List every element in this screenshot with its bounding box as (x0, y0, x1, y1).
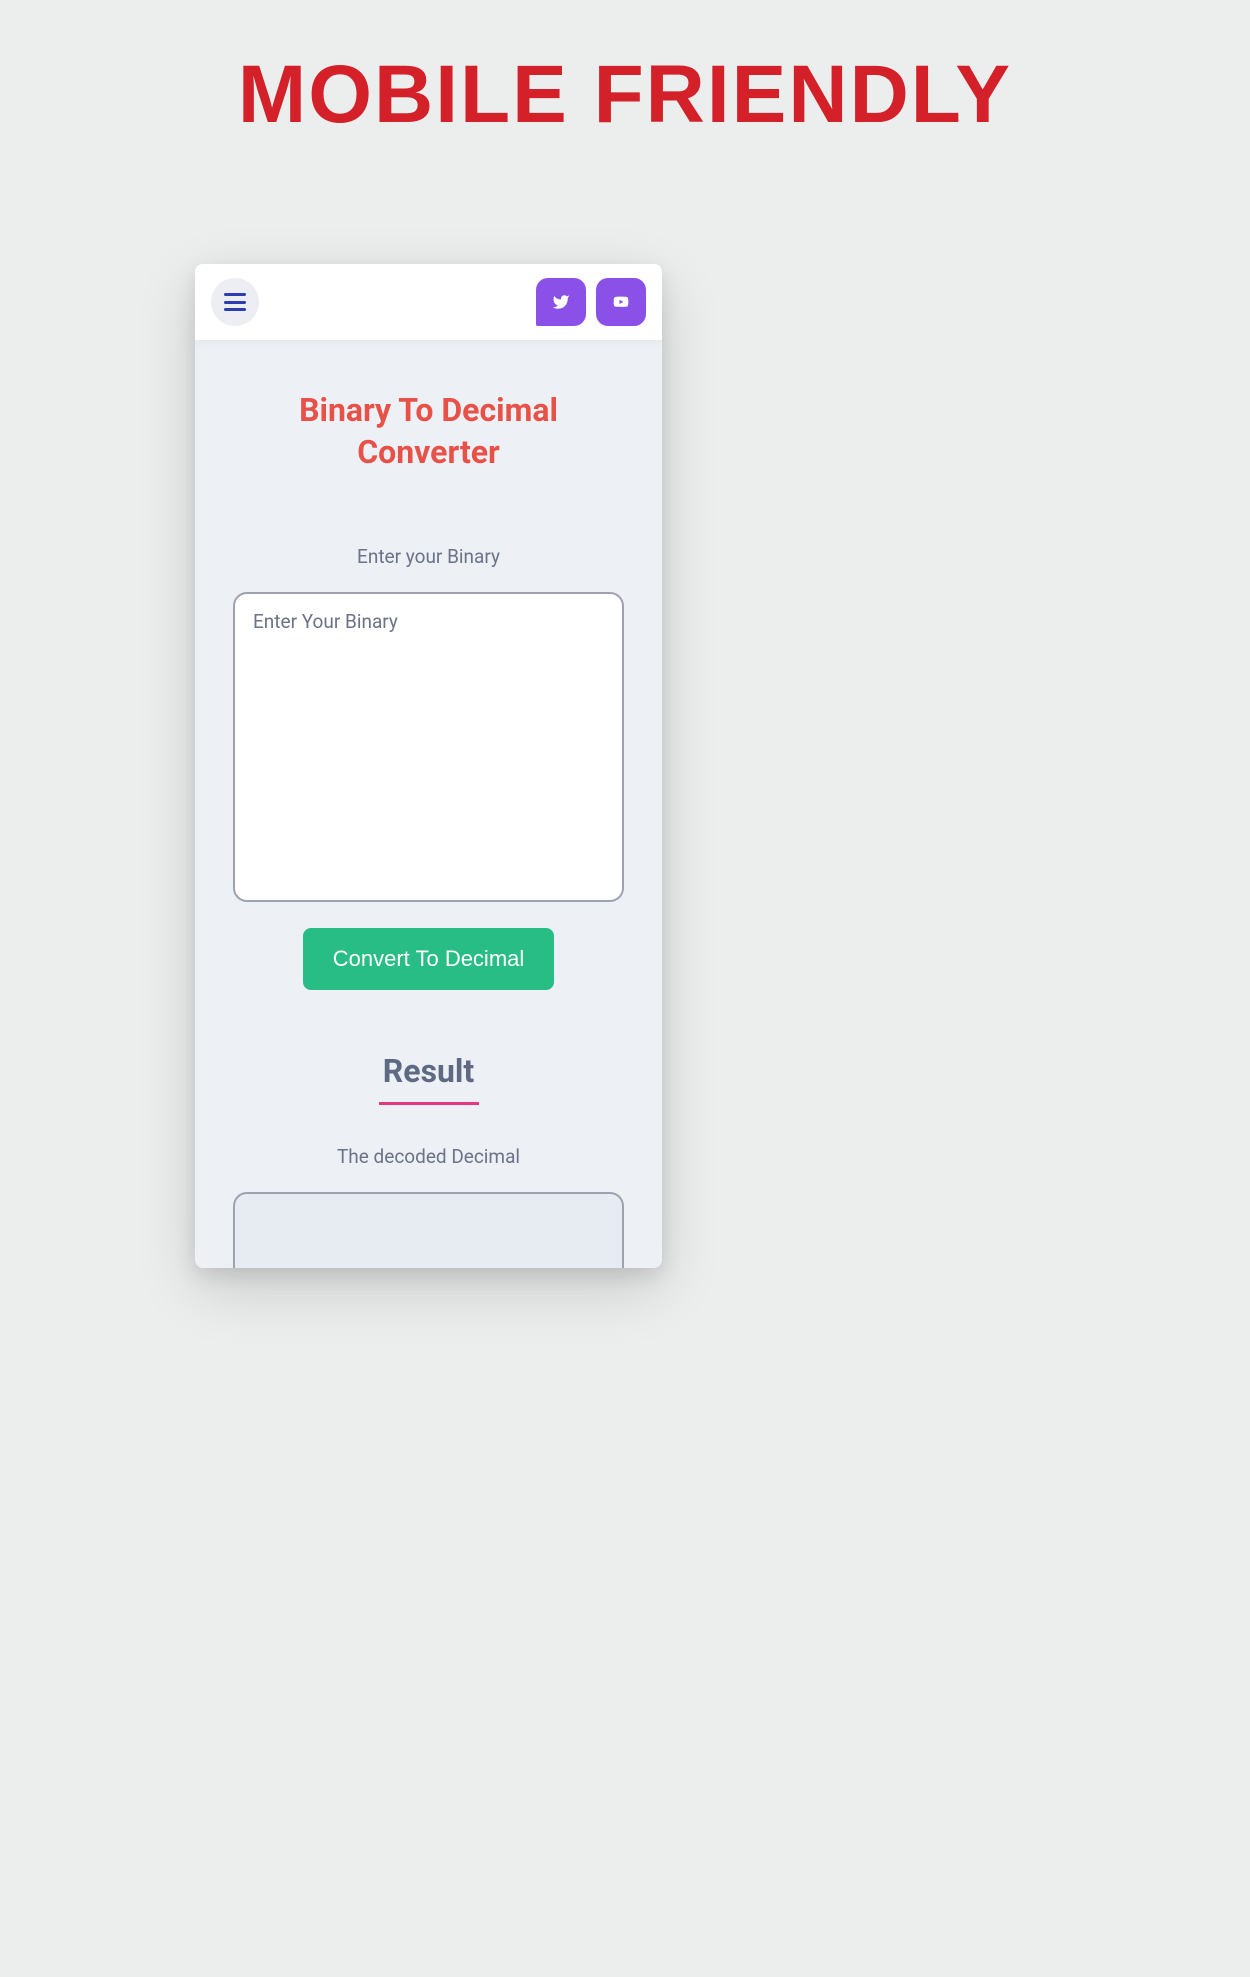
result-title: Result (233, 1052, 624, 1090)
binary-input[interactable] (233, 592, 624, 902)
app-header (195, 264, 662, 340)
hamburger-icon (224, 293, 246, 311)
youtube-icon (610, 294, 632, 310)
youtube-button[interactable] (596, 278, 646, 326)
decimal-output[interactable] (233, 1192, 624, 1268)
twitter-icon (550, 293, 572, 311)
twitter-button[interactable] (536, 278, 586, 326)
social-button-group (536, 278, 646, 326)
decimal-output-label: The decoded Decimal (233, 1145, 624, 1168)
mobile-preview-frame: Binary To Decimal Converter Enter your B… (195, 264, 662, 1268)
app-content: Binary To Decimal Converter Enter your B… (195, 340, 662, 1268)
convert-button[interactable]: Convert To Decimal (303, 928, 555, 990)
binary-input-label: Enter your Binary (233, 545, 624, 568)
converter-title: Binary To Decimal Converter (233, 390, 624, 473)
result-underline (379, 1102, 479, 1105)
page-banner-title: MOBILE FRIENDLY (0, 0, 1250, 142)
menu-button[interactable] (211, 278, 259, 326)
